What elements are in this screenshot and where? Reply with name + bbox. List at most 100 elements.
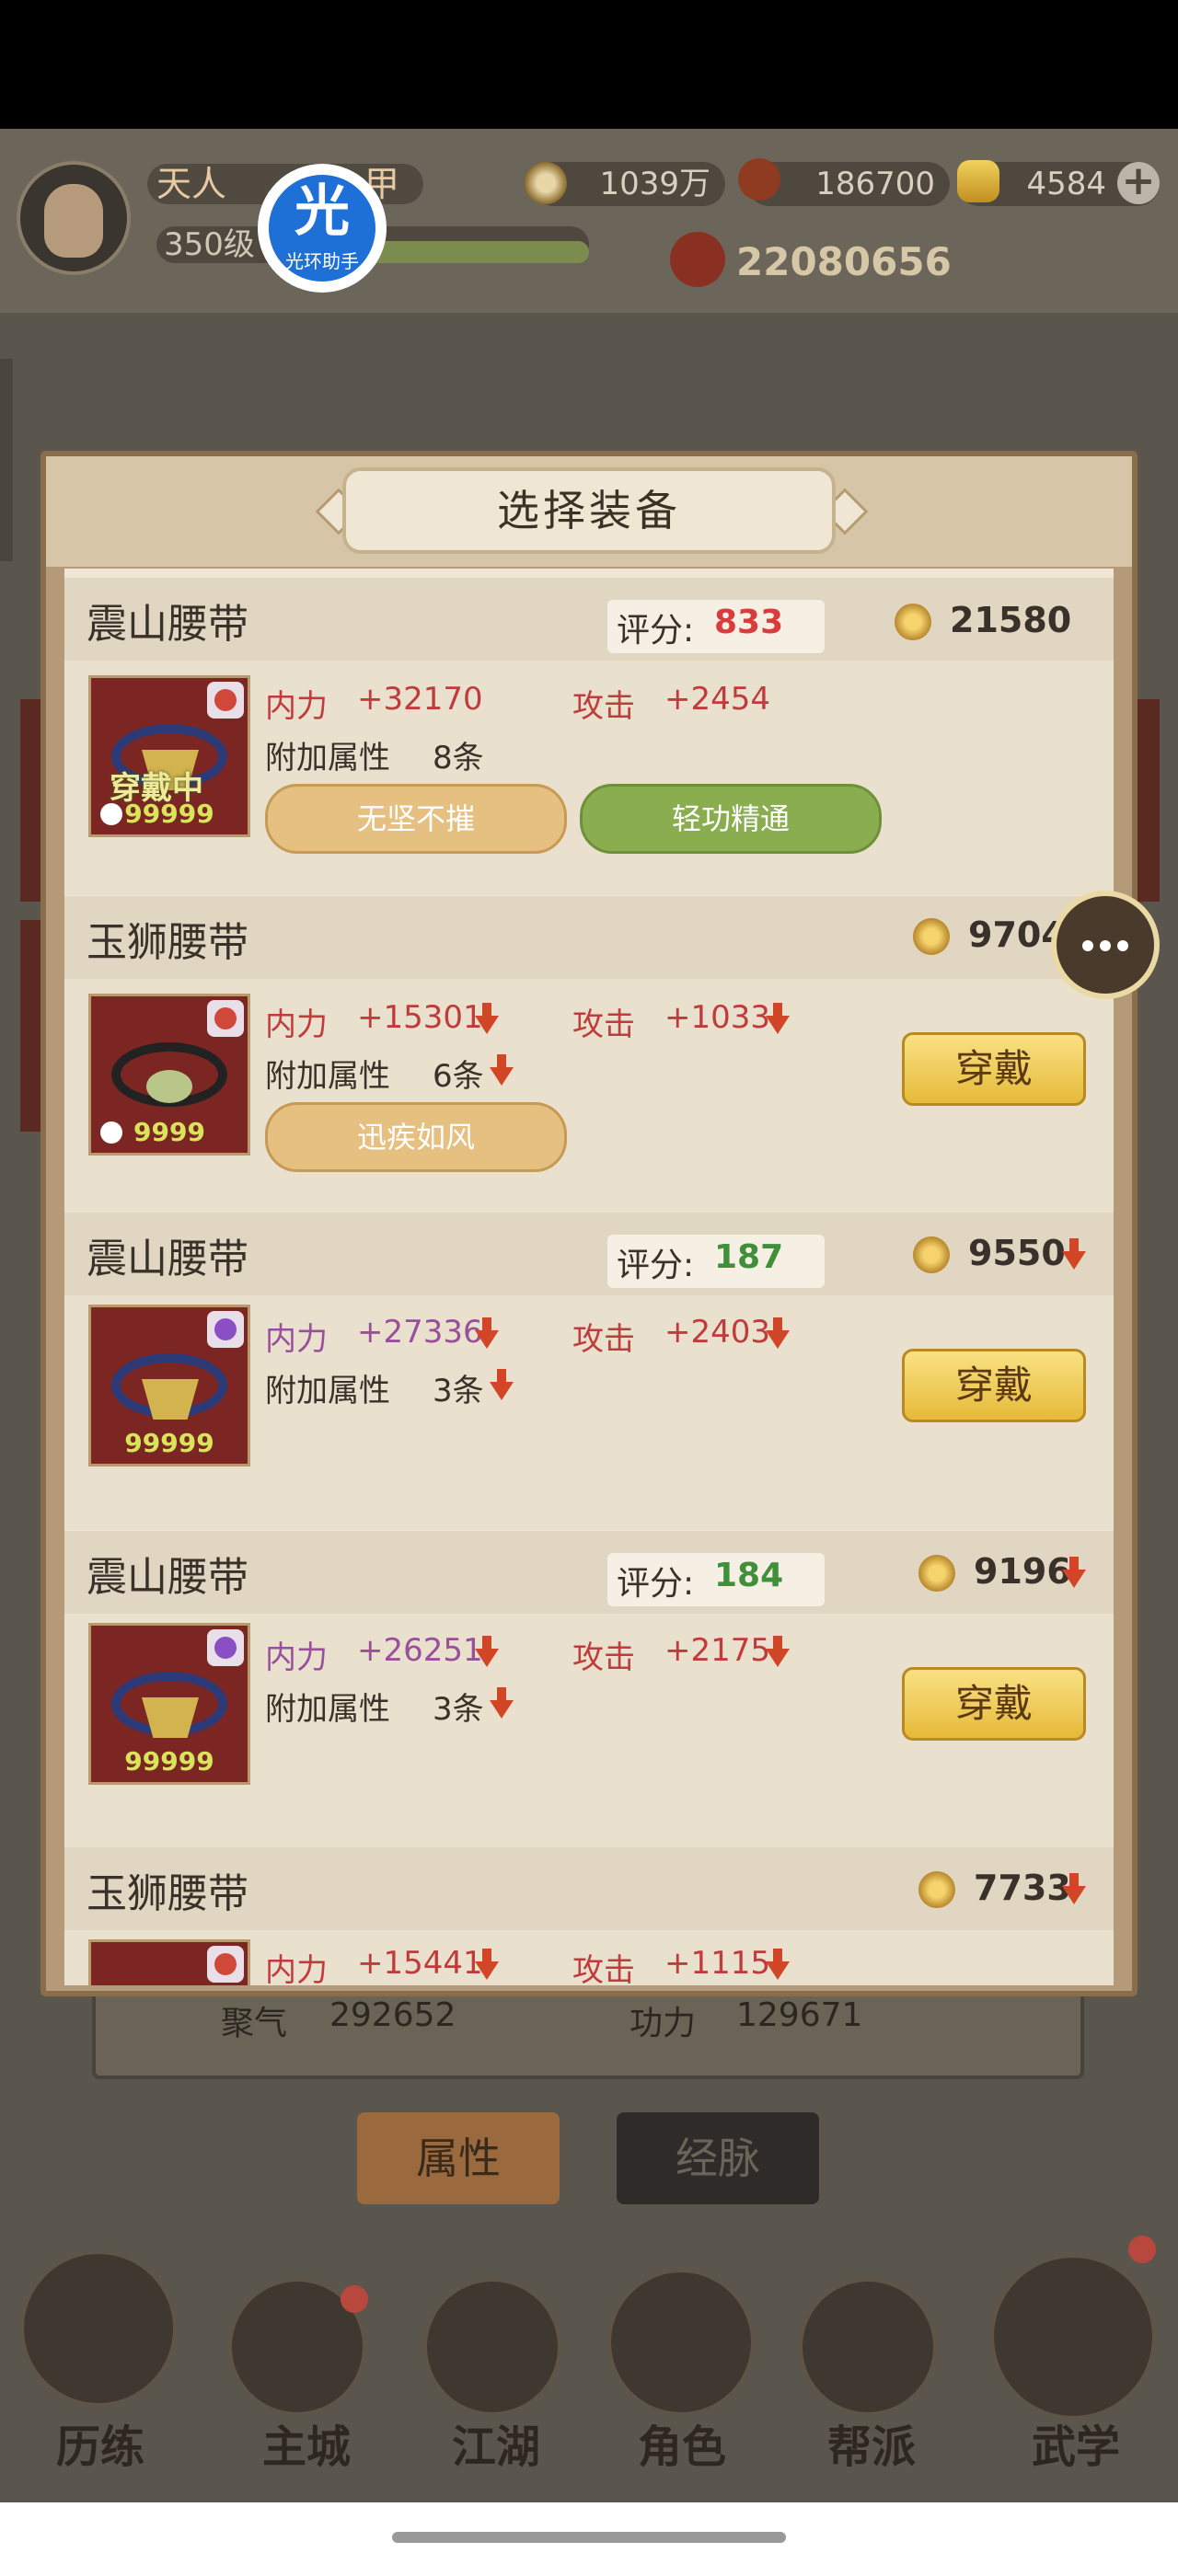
extra-attr-count: 6条 — [433, 1058, 484, 1095]
stat-juqi-label: 聚气 — [221, 2005, 288, 2042]
neili-value: +15301 — [357, 999, 483, 1036]
avatar-face-icon — [44, 184, 103, 258]
item-icon-box[interactable]: 99999 — [88, 1305, 250, 1466]
wear-button[interactable]: 穿戴 — [902, 1667, 1086, 1741]
neili-label: 内力 — [265, 1321, 328, 1358]
score-value: 184 — [714, 1557, 784, 1594]
item-icon-box[interactable]: 99999 — [88, 1623, 250, 1785]
tab-meridians[interactable]: 经脉 — [617, 2112, 819, 2204]
combat-power: 22080656 — [736, 239, 952, 284]
neili-label: 内力 — [265, 1639, 328, 1676]
notification-dot — [341, 2285, 368, 2313]
nav-icon-jianghu[interactable] — [423, 2278, 561, 2416]
neili-value: +32170 — [357, 681, 483, 718]
extra-attr-count: 3条 — [433, 1691, 484, 1728]
chat-dot — [1117, 940, 1128, 951]
nav-label-bangpai: 帮派 — [826, 2421, 916, 2473]
down-arrow-icon — [1062, 1251, 1086, 1270]
wear-button[interactable]: 穿戴 — [902, 1349, 1086, 1422]
gear-score-icon — [918, 1871, 955, 1908]
copper-coin-icon — [525, 162, 567, 204]
gear-score-value: 9550 — [968, 1233, 1066, 1273]
down-arrow-icon — [1062, 1886, 1086, 1904]
tag-pill: 迅疾如风 — [265, 1102, 567, 1172]
stat-juqi-value: 292652 — [329, 1996, 456, 2034]
notification-dot-2 — [1128, 2236, 1156, 2263]
neili-label: 内力 — [265, 1006, 328, 1043]
top-hud — [0, 129, 1178, 313]
grade-mark-icon — [214, 1953, 237, 1975]
attack-label: 攻击 — [572, 1639, 635, 1676]
item-quantity: 99999 — [124, 1428, 214, 1458]
wear-button[interactable]: 穿戴 — [902, 1032, 1086, 1106]
modal-title: 选择装备 — [342, 467, 836, 554]
item-name: 震山腰带 — [87, 1236, 248, 1282]
attack-value: +2454 — [664, 681, 771, 718]
stat-gongli-label: 功力 — [629, 2005, 697, 2042]
down-arrow-icon — [1062, 1570, 1086, 1588]
gear-score-icon — [895, 604, 931, 640]
down-arrow-icon — [475, 1961, 499, 1980]
extra-attr-label: 附加属性 — [265, 1058, 390, 1095]
equipment-list[interactable]: 震山腰带 评分: 833 21580 穿戴中 99999 内力 +32170 攻… — [64, 569, 1114, 1985]
extra-attr-label: 附加属性 — [265, 1373, 390, 1409]
score-label: 评分: — [617, 1247, 695, 1284]
tab-attributes[interactable]: 属性 — [357, 2112, 560, 2204]
down-arrow-icon — [766, 1961, 790, 1980]
nav-label-zhucheng: 主城 — [261, 2421, 351, 2473]
neili-label: 内力 — [265, 688, 328, 725]
down-arrow-icon — [490, 1700, 514, 1719]
down-arrow-icon — [766, 1330, 790, 1349]
item-name: 玉狮腰带 — [87, 919, 248, 966]
belt-gem-icon — [146, 1070, 192, 1103]
nav-icon-bangpai[interactable] — [799, 2278, 937, 2416]
attack-label: 攻击 — [572, 1952, 635, 1985]
level-progress — [350, 241, 589, 263]
gear-score-value: 9196 — [974, 1551, 1071, 1592]
gear-score-icon — [918, 1555, 955, 1592]
grade-mark-icon — [214, 1318, 237, 1340]
down-arrow-icon — [482, 1949, 491, 1961]
item-icon-box[interactable]: 穿戴中 99999 — [88, 675, 250, 837]
attack-label: 攻击 — [572, 688, 635, 725]
item-name: 玉狮腰带 — [87, 1870, 248, 1917]
status-bar — [0, 0, 1178, 129]
down-arrow-icon — [475, 1016, 499, 1034]
attack-value: +2175 — [664, 1632, 771, 1669]
nav-label-lilian: 历练 — [55, 2421, 144, 2473]
grade-mark-icon — [214, 1007, 237, 1029]
side-tab-right — [1134, 699, 1160, 902]
down-arrow-icon — [482, 1003, 491, 1016]
side-tab-left — [0, 359, 13, 561]
neili-value: +26251 — [357, 1632, 483, 1669]
down-arrow-icon — [475, 1330, 499, 1349]
down-arrow-icon — [497, 1369, 506, 1382]
down-arrow-icon — [1069, 1238, 1079, 1251]
item-icon-box[interactable] — [88, 1939, 250, 1985]
nav-icon-lilian[interactable] — [20, 2250, 177, 2407]
resource-two-icon — [738, 158, 780, 201]
equipment-card: 玉狮腰带 9704 9999 内力 +15301 攻击 +1033 附加属性 6… — [64, 896, 1114, 1213]
down-arrow-icon — [766, 1649, 790, 1667]
down-arrow-icon — [482, 1317, 491, 1330]
down-arrow-icon — [773, 1949, 782, 1961]
equipment-card: 玉狮腰带 7733 内力 +15441 攻击 +1115 — [64, 1847, 1114, 1985]
assistant-badge-icon: 光 — [294, 179, 350, 244]
down-arrow-icon — [490, 1067, 514, 1086]
gear-score-value: 21580 — [950, 600, 1072, 640]
home-indicator[interactable] — [392, 2532, 786, 2543]
chat-dot — [1082, 940, 1093, 951]
plus-icon[interactable]: + — [1117, 161, 1160, 204]
nav-icon-juese[interactable] — [607, 2269, 755, 2416]
item-quantity: 99999 — [124, 799, 214, 829]
down-arrow-icon — [490, 1382, 514, 1400]
tag-pill: 无坚不摧 — [265, 784, 567, 854]
equipment-card: 震山腰带 评分: 833 21580 穿戴中 99999 内力 +32170 攻… — [64, 578, 1114, 895]
nav-icon-wuxue[interactable] — [990, 2254, 1156, 2420]
down-arrow-icon — [773, 1636, 782, 1649]
item-icon-box[interactable]: 9999 — [88, 994, 250, 1156]
item-quantity: 9999 — [133, 1117, 205, 1147]
attack-label: 攻击 — [572, 1321, 635, 1358]
power-icon — [670, 232, 725, 287]
down-arrow-icon — [497, 1054, 506, 1067]
